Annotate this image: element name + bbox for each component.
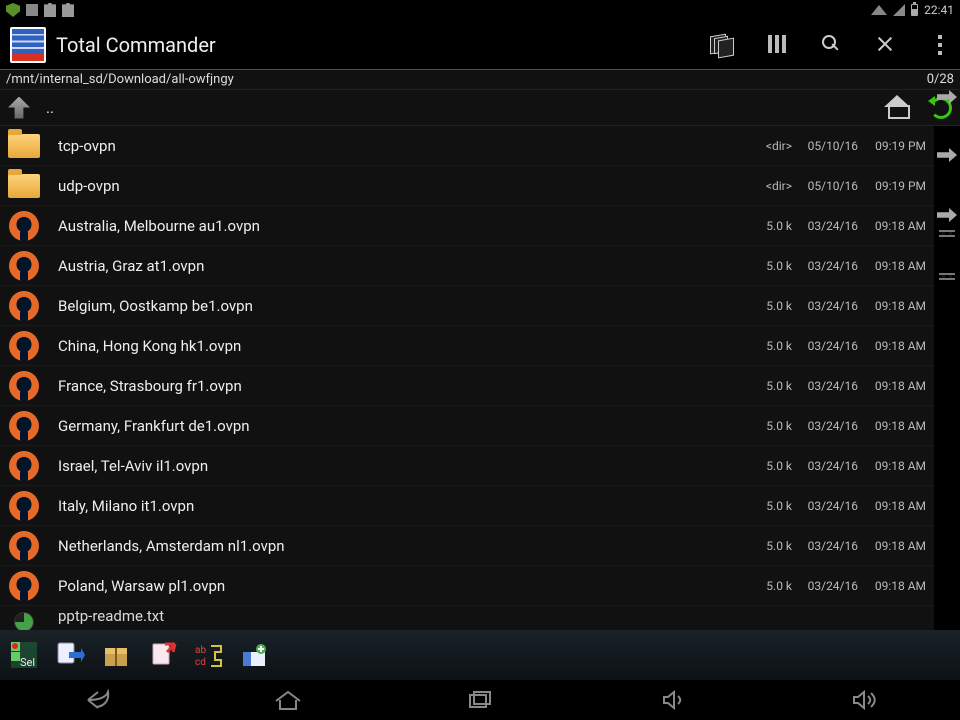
signal-icon <box>893 4 905 16</box>
select-button[interactable]: Sel <box>4 635 44 675</box>
file-list[interactable]: tcp-ovpn <dir>05/10/1609:19 PM udp-ovpn <di… <box>0 126 934 630</box>
file-name: tcp-ovpn <box>58 137 116 155</box>
folder-row[interactable]: tcp-ovpn <dir>05/10/1609:19 PM <box>0 126 934 166</box>
side-strip <box>934 88 960 280</box>
file-meta: 5.0 k03/24/1609:18 AM <box>756 579 934 593</box>
file-name: Austria, Graz at1.ovpn <box>58 257 204 275</box>
file-meta: 5.0 k03/24/1609:18 AM <box>756 339 934 353</box>
file-row[interactable]: Italy, Milano it1.ovpn 5.0 k03/24/1609:18… <box>0 486 934 526</box>
file-name: France, Strasbourg fr1.ovpn <box>58 377 242 395</box>
rename-button[interactable]: abcd <box>188 635 228 675</box>
openvpn-icon <box>6 450 42 482</box>
file-meta: 5.0 k03/24/1609:18 AM <box>756 299 934 313</box>
close-button[interactable] <box>876 35 896 55</box>
status-bar: 22:41 <box>0 0 960 20</box>
file-meta: 5.0 k03/24/1609:18 AM <box>756 539 934 553</box>
bottom-toolbar: Sel abcd <box>0 630 960 680</box>
side-arrow-icon-3[interactable] <box>937 208 957 222</box>
home-button[interactable] <box>884 97 910 119</box>
status-square-icon <box>26 4 38 16</box>
file-meta: 5.0 k03/24/1609:18 AM <box>756 419 934 433</box>
copy-button[interactable] <box>50 635 90 675</box>
file-meta: 5.0 k03/24/1609:18 AM <box>756 459 934 473</box>
file-name: Poland, Warsaw pl1.ovpn <box>58 577 225 595</box>
new-button[interactable] <box>234 635 274 675</box>
file-name: Germany, Frankfurt de1.ovpn <box>58 417 250 435</box>
wifi-icon <box>871 5 887 15</box>
file-meta: 5.0 k03/24/1609:18 AM <box>756 499 934 513</box>
openvpn-icon <box>6 530 42 562</box>
openvpn-icon <box>6 370 42 402</box>
folder-icon <box>6 130 42 162</box>
volume-down-button[interactable] <box>649 688 695 712</box>
file-meta: 5.0 k03/24/1609:18 AM <box>756 219 934 233</box>
openvpn-icon <box>6 570 42 602</box>
openvpn-icon <box>6 490 42 522</box>
openvpn-icon <box>6 290 42 322</box>
file-meta: <dir>05/10/1609:19 PM <box>756 179 934 193</box>
svg-text:cd: cd <box>195 657 206 668</box>
side-arrow-icon-2[interactable] <box>937 148 957 162</box>
columns-button[interactable] <box>768 35 788 55</box>
system-nav-bar <box>0 680 960 720</box>
up-label[interactable]: .. <box>46 99 54 117</box>
openvpn-icon <box>6 330 42 362</box>
battery-icon <box>911 4 918 16</box>
file-row[interactable]: Austria, Graz at1.ovpn 5.0 k03/24/1609:18… <box>0 246 934 286</box>
pack-button[interactable] <box>96 635 136 675</box>
file-name: Belgium, Oostkamp be1.ovpn <box>58 297 253 315</box>
clipboard-icon <box>44 3 56 17</box>
recent-apps-button[interactable] <box>457 688 503 712</box>
file-row[interactable]: Israel, Tel-Aviv il1.ovpn 5.0 k03/24/1609… <box>0 446 934 486</box>
openvpn-icon <box>6 410 42 442</box>
file-row[interactable]: China, Hong Kong hk1.ovpn 5.0 k03/24/1609… <box>0 326 934 366</box>
side-arrow-icon[interactable] <box>937 90 957 104</box>
path-bar[interactable]: /mnt/internal_sd/Download/all-owfjngy 0/… <box>0 70 960 90</box>
file-name: Australia, Melbourne au1.ovpn <box>58 217 260 235</box>
selection-counter: 0/28 <box>927 72 954 87</box>
file-meta: 5.0 k03/24/1609:18 AM <box>756 259 934 273</box>
openvpn-icon <box>6 210 42 242</box>
file-name: China, Hong Kong hk1.ovpn <box>58 337 241 355</box>
svg-text:Sel: Sel <box>20 656 35 669</box>
file-row[interactable]: Germany, Frankfurt de1.ovpn 5.0 k03/24/16… <box>0 406 934 446</box>
file-row[interactable]: pptp-readme.txt <box>0 606 934 626</box>
file-meta: <dir>05/10/1609:19 PM <box>756 139 934 153</box>
home-button[interactable] <box>265 688 311 712</box>
file-name: Netherlands, Amsterdam nl1.ovpn <box>58 537 285 555</box>
file-name: Israel, Tel-Aviv il1.ovpn <box>58 457 208 475</box>
nav-row: .. <box>0 90 960 126</box>
app-bar: Total Commander <box>0 20 960 70</box>
app-title: Total Commander <box>56 33 216 57</box>
clock: 22:41 <box>924 3 954 17</box>
path-text: /mnt/internal_sd/Download/all-owfjngy <box>6 72 234 87</box>
svg-text:ab: ab <box>195 645 206 656</box>
file-row[interactable]: Netherlands, Amsterdam nl1.ovpn 5.0 k03/2… <box>0 526 934 566</box>
volume-up-button[interactable] <box>841 688 887 712</box>
menu-button[interactable] <box>930 35 950 55</box>
file-name: udp-ovpn <box>58 177 120 195</box>
file-row[interactable]: Australia, Melbourne au1.ovpn 5.0 k03/24/… <box>0 206 934 246</box>
file-name: Italy, Milano it1.ovpn <box>58 497 194 515</box>
search-button[interactable] <box>822 35 842 55</box>
file-meta: 5.0 k03/24/1609:18 AM <box>756 379 934 393</box>
side-rows-icon-2[interactable] <box>939 273 955 280</box>
up-arrow-icon[interactable] <box>8 97 30 119</box>
file-row[interactable]: Poland, Warsaw pl1.ovpn 5.0 k03/24/1609:1… <box>0 566 934 606</box>
copy-stack-button[interactable] <box>714 35 734 55</box>
file-name: pptp-readme.txt <box>58 607 164 625</box>
shield-icon <box>6 3 20 17</box>
text-file-icon <box>6 607 42 625</box>
delete-button[interactable] <box>142 635 182 675</box>
clipboard-icon-2 <box>62 3 74 17</box>
app-icon[interactable] <box>10 27 46 63</box>
side-rows-icon[interactable] <box>939 230 955 237</box>
folder-icon <box>6 170 42 202</box>
back-button[interactable] <box>73 688 119 712</box>
folder-row[interactable]: udp-ovpn <dir>05/10/1609:19 PM <box>0 166 934 206</box>
openvpn-icon <box>6 250 42 282</box>
file-row[interactable]: France, Strasbourg fr1.ovpn 5.0 k03/24/16… <box>0 366 934 406</box>
file-row[interactable]: Belgium, Oostkamp be1.ovpn 5.0 k03/24/160… <box>0 286 934 326</box>
